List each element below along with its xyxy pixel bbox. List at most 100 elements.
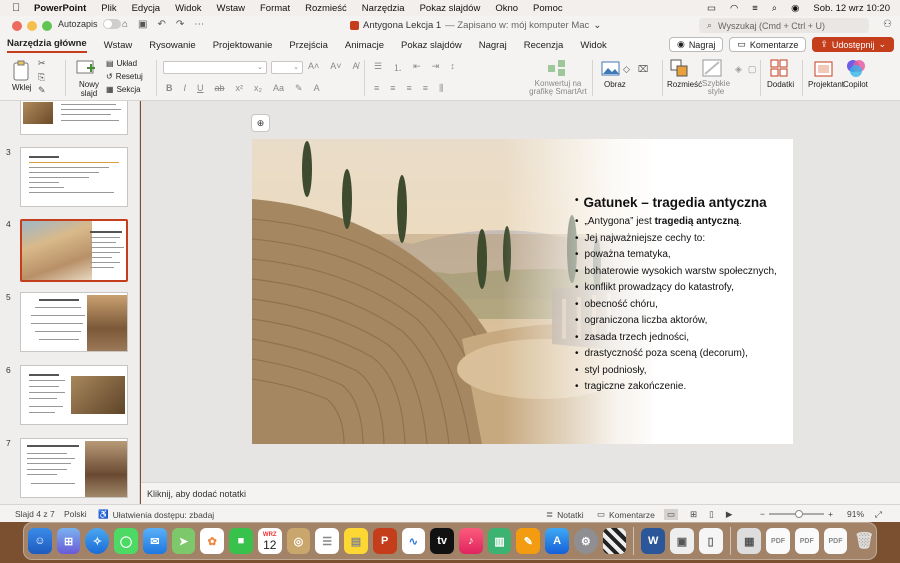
line-spacing-icon[interactable]: ↕ [450, 61, 455, 74]
bullet-item[interactable]: • styl podniosły, [575, 363, 790, 380]
italic-icon[interactable]: I [184, 83, 187, 94]
convert-smartart-button[interactable]: Konwertuj na grafikę SmartArt [505, 54, 587, 101]
trash-icon[interactable]: 🗑 [852, 528, 876, 554]
shape-outline-icon[interactable]: ▢ [748, 64, 757, 75]
increase-font-icon[interactable]: A˄ [308, 61, 319, 71]
more-icon[interactable]: ⋯ [194, 19, 204, 30]
chevron-down-icon[interactable]: ⌄ [593, 20, 601, 31]
menu-arrange[interactable]: Rozmieść [305, 3, 347, 14]
maps-icon[interactable]: ➤ [171, 528, 196, 554]
bullet-item[interactable]: • obecność chóru, [575, 297, 790, 314]
menu-app-name[interactable]: PowerPoint [34, 3, 86, 14]
reset-button[interactable]: ↺ Resetuj [106, 72, 143, 81]
tab-home[interactable]: Narzędzia główne [7, 38, 87, 53]
justify-icon[interactable]: ≡ [423, 83, 428, 94]
downloads-stack-icon[interactable]: ▦ [737, 528, 762, 554]
zoom-out-icon[interactable]: − [760, 509, 765, 519]
tab-review[interactable]: Recenzja [524, 40, 564, 51]
notes-toggle-button[interactable]: ≣ Notatki [546, 509, 584, 520]
slide-4[interactable]: • Gatunek – tragedia antyczna • „Antygon… [252, 139, 793, 444]
underline-icon[interactable]: U [197, 83, 204, 94]
tab-design[interactable]: Projektowanie [213, 40, 273, 51]
launchpad-icon[interactable]: ⊞ [56, 528, 81, 554]
slide-thumbnail-selected[interactable] [20, 219, 128, 282]
decrease-indent-icon[interactable]: ⇤ [413, 61, 421, 74]
shape-fill-icon[interactable]: ◈ [735, 64, 742, 75]
messages-icon[interactable]: ◯ [114, 528, 138, 554]
comments-toggle-button[interactable]: ▭ Komentarze [597, 509, 655, 520]
music-icon[interactable]: ♪ [459, 528, 483, 554]
picture-button[interactable]: Obraz [600, 54, 630, 101]
align-left-icon[interactable]: ≡ [374, 83, 379, 94]
designer-button[interactable]: Projektant [807, 54, 844, 101]
undo-icon[interactable]: ↶ [158, 19, 166, 30]
home-icon[interactable]: ⌂ [122, 19, 128, 30]
control-center-icon[interactable]: ≡ [752, 3, 758, 14]
increase-indent-icon[interactable]: ⇥ [432, 61, 440, 74]
align-center-icon[interactable]: ≡ [390, 83, 395, 94]
zoom-in-icon[interactable]: + [828, 509, 833, 519]
new-slide-button[interactable]: Nowy slajd [74, 54, 102, 101]
slide-text-box[interactable]: • Gatunek – tragedia antyczna • „Antygon… [575, 195, 790, 396]
zoom-slider[interactable]: − + [760, 509, 833, 519]
tab-view[interactable]: Widok [580, 40, 606, 51]
bullet-item[interactable]: • Jej najważniejsze cechy to: [575, 231, 790, 248]
layout-button[interactable]: ▤ Układ [106, 59, 137, 68]
mail-icon[interactable]: ✉ [142, 528, 167, 554]
menu-tools[interactable]: Narzędzia [362, 3, 405, 14]
format-painter-icon[interactable]: ✎ [38, 85, 46, 96]
strikethrough-icon[interactable]: ab [215, 83, 225, 94]
document-file-icon[interactable]: ▯ [698, 528, 723, 554]
columns-icon[interactable]: ⫼ [439, 83, 443, 94]
highlight-icon[interactable]: ✎ [295, 83, 303, 94]
siri-icon[interactable]: ◉ [791, 3, 799, 14]
bullet-item[interactable]: • poważna tematyka, [575, 247, 790, 264]
slide-thumbnail[interactable] [20, 101, 128, 135]
copilot-slide-icon[interactable]: ⊕ [251, 114, 270, 132]
system-settings-icon[interactable]: ⚙ [573, 528, 598, 554]
photos-icon[interactable]: ✿ [200, 528, 225, 554]
slide-thumbnail[interactable] [20, 438, 128, 498]
comments-button[interactable]: ▭ Komentarze [729, 37, 807, 52]
superscript-icon[interactable]: x² [236, 83, 244, 94]
word-app-icon[interactable]: W [641, 528, 666, 554]
tab-insert[interactable]: Wstaw [104, 40, 133, 51]
change-case-icon[interactable]: Aa [273, 83, 284, 94]
font-family-select[interactable]: ⌄ [163, 61, 267, 74]
font-size-select[interactable]: ⌄ [271, 61, 303, 74]
chess-icon[interactable] [602, 528, 627, 554]
autosave-toggle[interactable] [102, 19, 121, 29]
slideshow-view-icon[interactable]: ▶ [726, 509, 733, 520]
zoom-window-icon[interactable] [42, 21, 52, 31]
menu-format[interactable]: Format [260, 3, 290, 14]
save-icon[interactable]: ▣ [138, 19, 147, 30]
menu-help[interactable]: Pomoc [533, 3, 563, 14]
pdf-file-icon[interactable]: PDF [766, 528, 790, 554]
tab-slideshow[interactable]: Pokaz slajdów [401, 40, 462, 51]
slide-thumbnail[interactable] [20, 365, 128, 425]
bullet-item[interactable]: • konflikt prowadzący do katastrofy, [575, 280, 790, 297]
numbers-icon[interactable]: ▥ [487, 528, 512, 554]
bullet-item[interactable]: • ograniczona liczba aktorów, [575, 313, 790, 330]
tab-animations[interactable]: Animacje [345, 40, 384, 51]
slide-sorter-icon[interactable]: ⊞ [690, 509, 697, 520]
app-store-icon[interactable]: A [545, 528, 569, 554]
decrease-font-icon[interactable]: A˅ [330, 61, 341, 71]
search-input[interactable]: ⌕ Wyszukaj (Cmd + Ctrl + U) [699, 18, 869, 33]
close-window-icon[interactable] [12, 21, 22, 31]
text-box-icon[interactable]: ⌧ [638, 64, 648, 75]
numbering-icon[interactable]: ⒈ [393, 61, 402, 74]
apple-menu-icon[interactable]:  [12, 2, 28, 14]
menu-slideshow[interactable]: Pokaz slajdów [420, 3, 481, 14]
pdf-file-icon[interactable]: PDF [823, 528, 848, 554]
section-button[interactable]: ▦ Sekcja [106, 85, 141, 94]
calendar-icon[interactable]: WRZ 12 [257, 528, 282, 554]
bullets-icon[interactable]: ☰ [374, 61, 382, 74]
screen-mirror-icon[interactable]: ▭ [707, 3, 716, 14]
redo-icon[interactable]: ↷ [176, 19, 184, 30]
tab-draw[interactable]: Rysowanie [149, 40, 195, 51]
bullet-item[interactable]: • tragiczne zakończenie. [575, 379, 790, 396]
cut-icon[interactable]: ✂ [38, 58, 46, 69]
reminders-icon[interactable]: ☰ [315, 528, 340, 554]
menu-edit[interactable]: Edycja [132, 3, 161, 14]
